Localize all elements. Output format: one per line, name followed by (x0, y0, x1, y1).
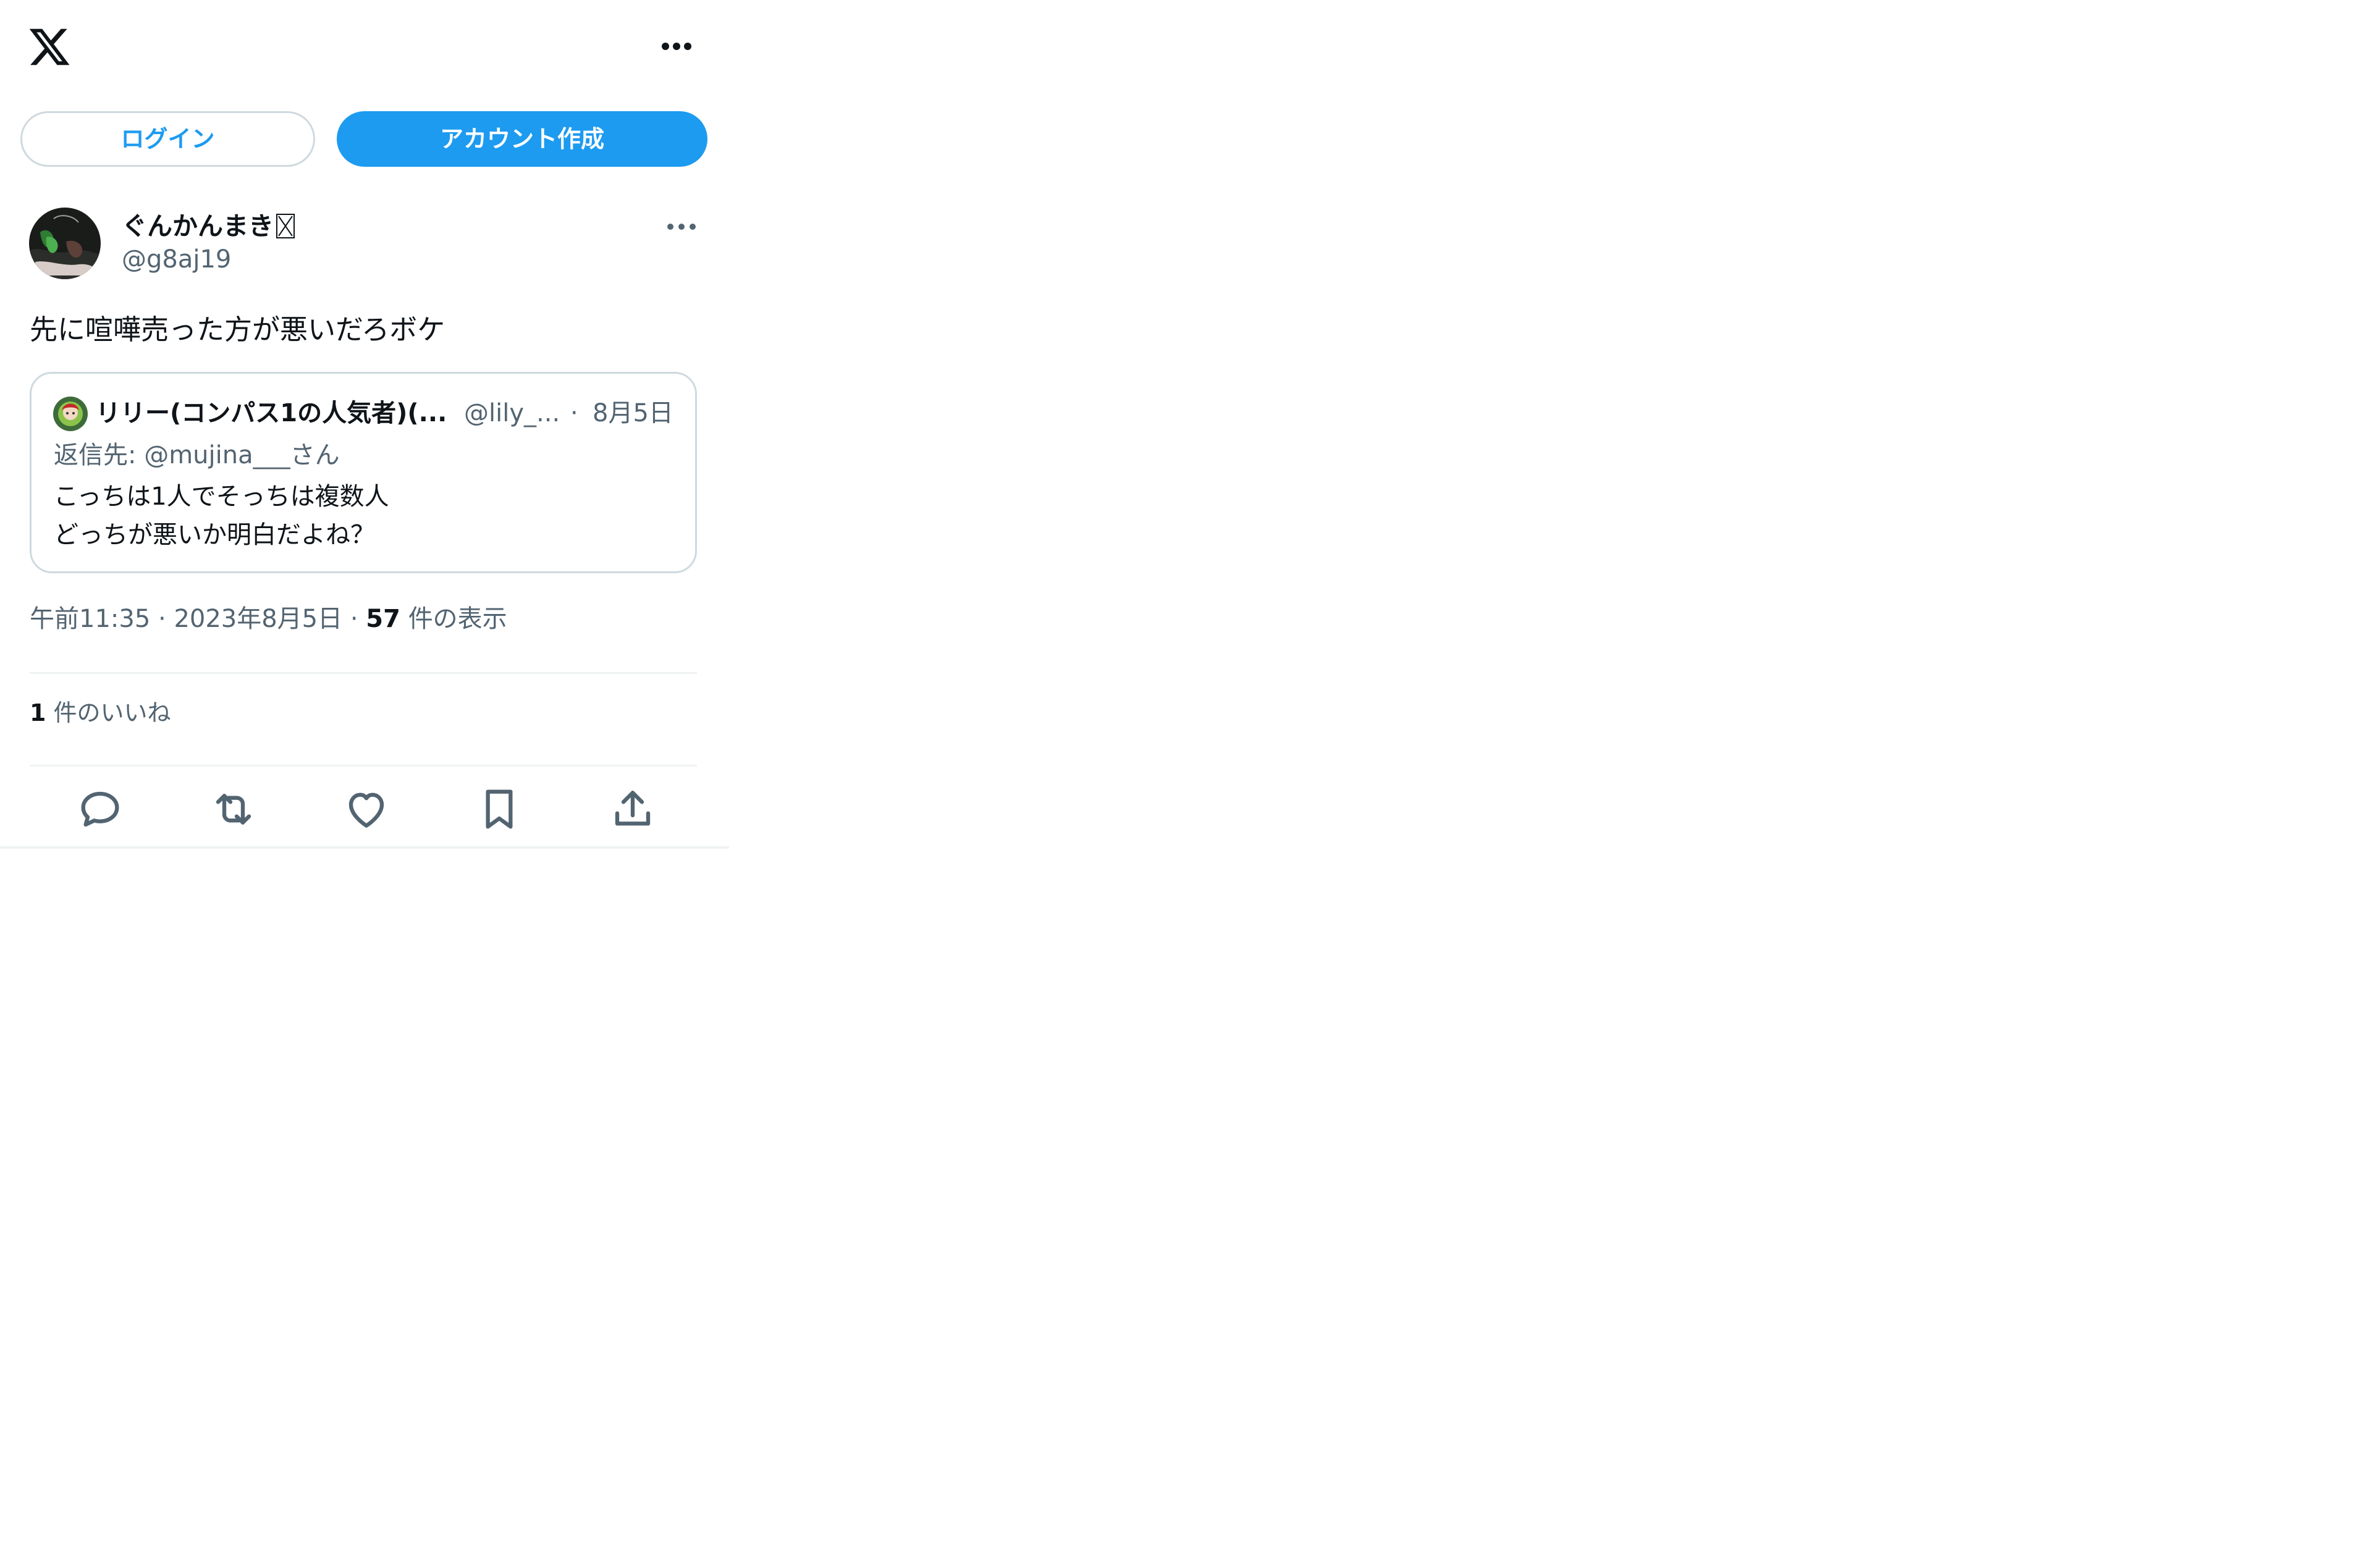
quote-display-name: リリー(コンパス1の人気者)(... (96, 399, 447, 427)
like-label: 件のいいね (53, 699, 171, 726)
display-name[interactable]: ぐんかんまき (122, 209, 295, 243)
action-bar (0, 778, 729, 840)
likes-count[interactable]: 1 件のいいね (30, 694, 171, 731)
more-horizontal-icon[interactable] (660, 211, 703, 242)
separator-dot: · (342, 605, 366, 633)
tweet-meta: 午前11:35 · 2023年8月5日 · 57 件の表示 (30, 600, 507, 637)
view-count: 57 (366, 605, 400, 633)
heart-icon[interactable] (342, 784, 391, 834)
reply-prefix: 返信先: (54, 441, 137, 469)
more-horizontal-icon[interactable] (655, 31, 698, 62)
view-label: 件の表示 (408, 605, 507, 633)
quote-reply-to: 返信先: @mujina___さん (54, 438, 340, 473)
signup-button[interactable]: アカウント作成 (337, 111, 707, 167)
login-button[interactable]: ログイン (20, 111, 315, 167)
reply-user[interactable]: @mujina___さん (144, 441, 339, 469)
quote-text-line: どっちが悪いか明白だよね？ (54, 521, 375, 549)
divider (30, 765, 697, 767)
tweet-text: 先に喧嘩売った方が悪いだろボケ (30, 313, 445, 346)
quote-text-line: こっちは1人でそっちは複数人 (54, 482, 389, 511)
quote-avatar (53, 397, 88, 431)
page: ログイン アカウント作成 ぐんかんまき @g8aj19 先に喧嘩売った方が悪いだ… (0, 0, 2380, 1564)
divider (30, 672, 697, 674)
quote-handle: @lily_... (464, 399, 560, 427)
share-icon[interactable] (608, 784, 657, 834)
divider (0, 846, 729, 849)
x-logo-icon[interactable] (27, 25, 72, 69)
display-name-text: ぐんかんまき (122, 211, 274, 241)
auth-buttons: ログイン アカウント作成 (0, 111, 729, 170)
avatar[interactable] (29, 208, 101, 279)
separator-dot: · (150, 605, 174, 633)
bookmark-icon[interactable] (475, 784, 524, 834)
like-count: 1 (30, 699, 46, 726)
quote-date: 8月5日 (593, 399, 673, 427)
quoted-tweet[interactable]: リリー(コンパス1の人気者)(... @lily_... · 8月5日 返信先:… (30, 372, 697, 573)
repost-icon[interactable] (209, 784, 258, 834)
tweet-time[interactable]: 午前11:35 (30, 605, 150, 633)
handle[interactable]: @g8aj19 (122, 242, 231, 277)
tweet-header: ぐんかんまき @g8aj19 (0, 204, 729, 284)
reply-icon[interactable] (75, 784, 125, 834)
top-bar (0, 0, 729, 93)
missing-glyph-icon (276, 214, 295, 238)
tweet-date[interactable]: 2023年8月5日 (174, 605, 342, 633)
separator-dot: · (570, 399, 578, 427)
